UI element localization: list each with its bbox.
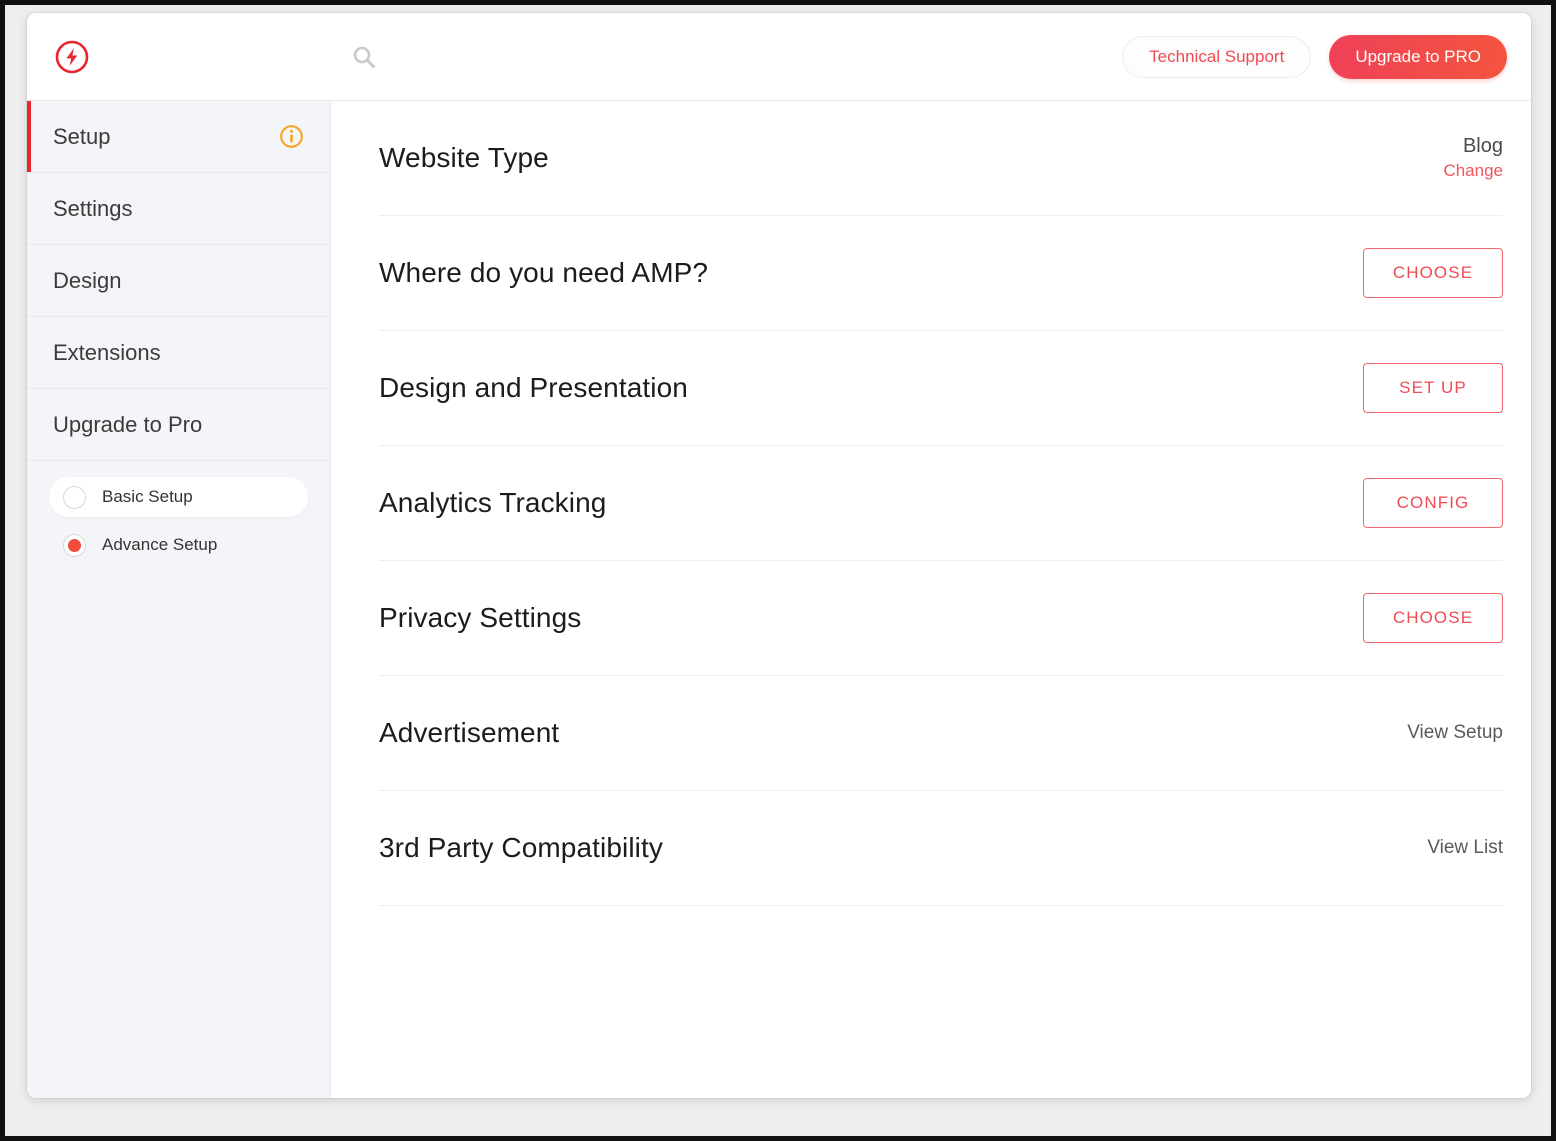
setting-title: Design and Presentation	[379, 372, 688, 403]
row-action: CHOOSE	[1363, 248, 1503, 298]
view-list-link[interactable]: View List	[1427, 837, 1503, 858]
row-action: View List	[1427, 837, 1503, 859]
sidebar-item-label: Setup	[53, 123, 111, 149]
sidebar-item-setup[interactable]: Setup	[27, 101, 330, 173]
desktop-backdrop: Technical Support Upgrade to PRO Setup S…	[5, 5, 1551, 1136]
advance-setup-option[interactable]: Advance Setup	[49, 525, 308, 565]
screenshot-frame: Technical Support Upgrade to PRO Setup S…	[0, 0, 1556, 1141]
setting-row-where-amp: Where do you need AMP? CHOOSE	[379, 216, 1503, 331]
setting-title: Where do you need AMP?	[379, 257, 709, 288]
setting-row-design-presentation: Design and Presentation SET UP	[379, 331, 1503, 446]
change-website-type-link[interactable]: Change	[1443, 160, 1503, 183]
row-action: CONFIG	[1363, 478, 1503, 528]
setting-row-advertisement: Advertisement View Setup	[379, 676, 1503, 791]
sidebar-item-upgrade-to-pro[interactable]: Upgrade to Pro	[27, 389, 330, 461]
radio-basic-setup-icon[interactable]	[63, 485, 86, 509]
choose-privacy-button[interactable]: CHOOSE	[1363, 593, 1503, 643]
setup-mode-group: Basic Setup Advance Setup	[27, 461, 330, 565]
config-analytics-button[interactable]: CONFIG	[1363, 478, 1503, 528]
search-icon[interactable]	[351, 44, 377, 70]
settings-list: Website Type Blog Change Where do you ne…	[331, 101, 1531, 1098]
view-setup-link[interactable]: View Setup	[1407, 722, 1503, 743]
advance-setup-label: Advance Setup	[102, 535, 218, 554]
header-actions: Technical Support Upgrade to PRO	[1122, 34, 1507, 79]
setting-title: 3rd Party Compatibility	[379, 832, 663, 863]
choose-amp-location-button[interactable]: CHOOSE	[1363, 248, 1503, 298]
app-body: Setup Settings Design Extensions Upgrade…	[27, 101, 1531, 1098]
setting-row-privacy-settings: Privacy Settings CHOOSE	[379, 561, 1503, 676]
row-action: CHOOSE	[1363, 593, 1503, 643]
sidebar: Setup Settings Design Extensions Upgrade…	[27, 101, 331, 1098]
sidebar-item-label: Settings	[53, 195, 133, 221]
sidebar-item-label: Extensions	[53, 339, 161, 365]
info-icon[interactable]	[279, 124, 304, 149]
website-type-value: Blog	[1462, 135, 1503, 158]
radio-advance-setup-icon[interactable]	[63, 533, 86, 557]
sidebar-item-label: Upgrade to Pro	[53, 411, 203, 437]
setting-title: Privacy Settings	[379, 602, 582, 633]
setting-row-website-type: Website Type Blog Change	[379, 101, 1503, 216]
setting-row-analytics-tracking: Analytics Tracking CONFIG	[379, 446, 1503, 561]
row-action: Blog Change	[1443, 133, 1503, 183]
app-window: Technical Support Upgrade to PRO Setup S…	[27, 13, 1531, 1098]
sidebar-item-design[interactable]: Design	[27, 245, 330, 317]
set-up-design-button[interactable]: SET UP	[1363, 363, 1503, 413]
setting-title: Analytics Tracking	[379, 487, 607, 518]
upgrade-to-pro-button[interactable]: Upgrade to PRO	[1329, 34, 1507, 79]
basic-setup-label: Basic Setup	[102, 487, 193, 506]
setting-title: Advertisement	[379, 717, 560, 748]
technical-support-button[interactable]: Technical Support	[1122, 35, 1312, 78]
sidebar-item-settings[interactable]: Settings	[27, 173, 330, 245]
setting-title: Website Type	[379, 142, 549, 173]
row-action: View Setup	[1407, 722, 1503, 744]
sidebar-item-extensions[interactable]: Extensions	[27, 317, 330, 389]
amp-bolt-logo-icon[interactable]	[55, 40, 89, 74]
basic-setup-option[interactable]: Basic Setup	[49, 477, 308, 517]
row-action: SET UP	[1363, 363, 1503, 413]
setting-row-3rd-party-compatibility: 3rd Party Compatibility View List	[379, 791, 1503, 906]
sidebar-item-label: Design	[53, 267, 122, 293]
app-header: Technical Support Upgrade to PRO	[27, 13, 1531, 101]
